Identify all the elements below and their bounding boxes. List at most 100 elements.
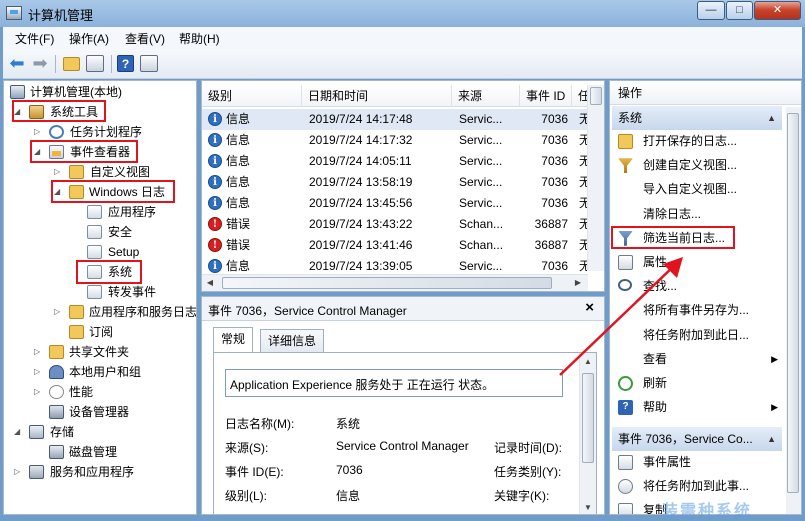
table-row[interactable]: ! 错误 2019/7/24 13:43:22 Schan... 36887 无 (202, 214, 591, 235)
tree-label: 磁盘管理 (69, 445, 118, 459)
event-id-cell: 7036 (541, 154, 568, 168)
copy-icon (618, 503, 633, 514)
action-item[interactable]: 事件属性 (612, 451, 782, 474)
column-level[interactable]: 级别 (202, 85, 302, 107)
event-id-cell: 7036 (541, 196, 568, 210)
toolbar-separator (111, 55, 112, 73)
actions-title: 操作 (610, 81, 801, 105)
datetime-cell: 2019/7/24 13:45:56 (309, 196, 413, 210)
level-cell: 错误 (226, 238, 251, 252)
subscriptions-icon (69, 325, 84, 339)
column-source[interactable]: 来源 (452, 85, 520, 107)
action-item[interactable]: 打开保存的日志... (612, 130, 782, 153)
level-cell: 信息 (226, 133, 251, 147)
action-label: 事件属性 (643, 455, 692, 469)
table-row[interactable]: i 信息 2019/7/24 14:05:11 Servic... 7036 无 (202, 151, 591, 172)
level-cell: 信息 (226, 112, 251, 126)
tree-label: 应用程序 (108, 205, 157, 219)
source-label: 来源(S): (225, 441, 269, 455)
expand-icon[interactable]: ▷ (34, 347, 43, 356)
help-icon[interactable]: ? (117, 55, 134, 72)
task-category-label: 任务类别(Y): (494, 465, 562, 479)
arrow-shaft (559, 264, 676, 376)
level-cell: 信息 (226, 154, 251, 168)
table-row[interactable]: i 信息 2019/7/24 14:17:32 Servic... 7036 无 (202, 130, 591, 151)
menu-file[interactable]: 文件(F) (15, 30, 54, 47)
scroll-down-arrow[interactable]: ▼ (580, 503, 596, 512)
log-icon (87, 285, 102, 299)
show-hide-tree-icon[interactable] (86, 55, 104, 72)
actions-vertical-scrollbar[interactable] (786, 107, 801, 514)
info-icon: i (208, 196, 222, 210)
events-vertical-scrollbar[interactable] (587, 85, 604, 271)
minimize-button[interactable]: — (697, 1, 725, 20)
event-id-cell: 7036 (541, 175, 568, 189)
help-icon: ? (618, 400, 633, 416)
back-arrow-icon[interactable]: ⬅ (7, 54, 27, 73)
highlight-system-tools (12, 100, 106, 122)
logged-label: 记录时间(D): (494, 441, 562, 455)
menu-view[interactable]: 查看(V) (125, 30, 165, 47)
tab-general[interactable]: 常规 (213, 327, 254, 352)
info-icon: i (208, 112, 222, 126)
table-row[interactable]: i 信息 2019/7/24 13:58:19 Servic... 7036 无 (202, 172, 591, 193)
source-cell: Schan... (459, 238, 504, 252)
scrollbar-thumb[interactable] (582, 373, 594, 463)
action-item[interactable]: 导入自定义视图... (612, 178, 782, 201)
title-bar: 计算机管理 — □ ✕ (0, 0, 805, 27)
tab-details[interactable]: 详细信息 (260, 329, 325, 353)
event-detail-title: 事件 7036，Service Control Manager (208, 304, 407, 318)
collapse-caret-icon[interactable]: ▲ (767, 427, 776, 451)
scrollbar-thumb[interactable] (787, 113, 799, 493)
events-horizontal-scrollbar[interactable]: ◀ ▶ (202, 274, 588, 291)
submenu-arrow-icon: ▶ (771, 402, 778, 413)
show-hide-action-pane-icon[interactable] (140, 55, 158, 72)
menu-help[interactable]: 帮助(H) (179, 30, 220, 47)
expand-icon[interactable]: ▷ (54, 307, 63, 316)
computer-management-icon (6, 6, 22, 20)
expand-icon[interactable]: ▷ (34, 367, 43, 376)
actions-section-system[interactable]: 系统 ▲ (612, 106, 782, 130)
action-item[interactable]: 清除日志... (612, 203, 782, 226)
tree-label: 订阅 (89, 325, 114, 339)
scrollbar-thumb[interactable] (222, 277, 552, 289)
expand-icon[interactable]: ▷ (14, 467, 23, 476)
action-label: 将任务附加到此事... (643, 479, 750, 494)
scroll-left-arrow[interactable]: ◀ (202, 278, 218, 287)
expand-icon[interactable]: ▷ (34, 387, 43, 396)
collapse-icon[interactable]: ◢ (14, 427, 23, 436)
up-folder-icon[interactable] (63, 57, 80, 71)
source-cell: Servic... (459, 112, 503, 126)
disk-icon (49, 445, 64, 459)
event-properties-icon (618, 455, 633, 470)
menu-action[interactable]: 操作(A) (69, 30, 109, 47)
tree-label: Setup (108, 245, 140, 259)
actions-section-event[interactable]: 事件 7036，Service Co... ▲ (612, 427, 782, 451)
collapse-caret-icon[interactable]: ▲ (767, 106, 776, 130)
table-row[interactable]: i 信息 2019/7/24 13:45:56 Servic... 7036 无 (202, 193, 591, 214)
create-view-icon (618, 158, 633, 174)
level-cell: 信息 (226, 175, 251, 189)
forward-arrow-icon[interactable]: ➡ (30, 54, 50, 73)
maximize-button[interactable]: □ (726, 1, 753, 20)
scrollbar-thumb[interactable] (590, 87, 602, 105)
performance-icon (49, 385, 64, 399)
action-item[interactable]: 将任务附加到此事... (612, 475, 782, 498)
action-item[interactable]: ? 帮助 ▶ (612, 396, 782, 419)
services-icon (29, 465, 44, 479)
table-row[interactable]: ! 错误 2019/7/24 13:41:46 Schan... 36887 无 (202, 235, 591, 256)
table-row[interactable]: i 信息 2019/7/24 14:17:48 Servic... 7036 无 (202, 109, 591, 130)
expand-icon[interactable]: ▷ (34, 127, 43, 136)
log-icon (87, 245, 102, 259)
clock-icon (49, 125, 64, 139)
action-item[interactable]: 创建自定义视图... (612, 154, 782, 177)
close-button[interactable]: ✕ (754, 1, 801, 20)
source-cell: Servic... (459, 133, 503, 147)
column-event-id[interactable]: 事件 ID (520, 85, 572, 107)
expand-icon[interactable]: ▷ (54, 167, 63, 176)
column-datetime[interactable]: 日期和时间 (302, 85, 452, 107)
keywords-label: 关键字(K): (494, 489, 550, 503)
level-label: 级别(L): (225, 489, 268, 503)
log-icon (87, 205, 102, 219)
event-description[interactable]: Application Experience 服务处于 正在运行 状态。 (225, 369, 563, 397)
